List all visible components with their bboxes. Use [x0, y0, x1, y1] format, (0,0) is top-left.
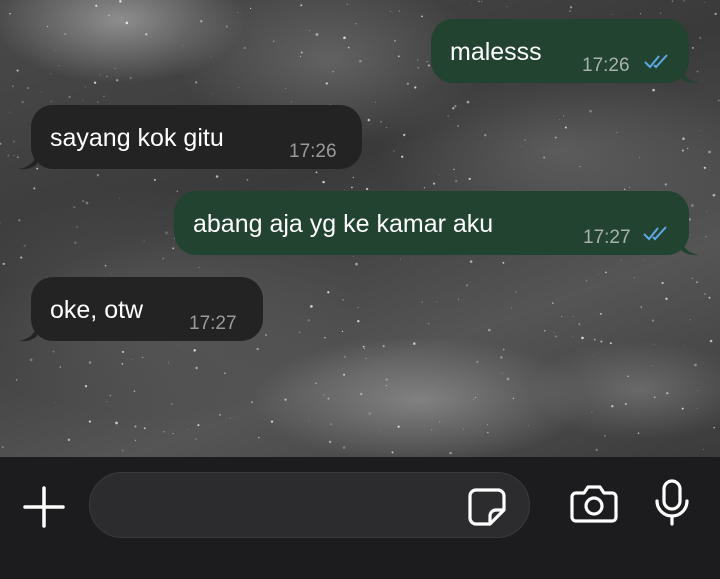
- sticker-icon[interactable]: [466, 486, 508, 528]
- message-bubble-outgoing[interactable]: abang aja yg ke kamar aku 17:27: [174, 191, 689, 255]
- message-text: abang aja yg ke kamar aku: [193, 210, 494, 238]
- double-check-read-icon: [644, 54, 668, 69]
- message-text: malesss: [450, 38, 542, 66]
- plus-icon[interactable]: [22, 485, 66, 529]
- double-check-read-icon: [643, 226, 667, 241]
- message-bubble-incoming[interactable]: sayang kok gitu 17:26: [31, 105, 362, 169]
- message-bubble-incoming[interactable]: oke, otw 17:27: [31, 277, 263, 341]
- message-time: 17:27: [189, 313, 237, 334]
- message-time: 17:26: [582, 55, 630, 76]
- message-text: sayang kok gitu: [50, 124, 224, 152]
- bubble-tail: [681, 238, 699, 256]
- message-input[interactable]: [89, 472, 530, 538]
- bubble-tail: [681, 66, 699, 84]
- microphone-icon[interactable]: [654, 479, 690, 527]
- message-text: oke, otw: [50, 296, 144, 324]
- camera-icon[interactable]: [570, 482, 618, 524]
- message-bubble-outgoing[interactable]: malesss 17:26: [431, 19, 689, 83]
- bubble-tail: [19, 152, 37, 170]
- message-time: 17:27: [583, 227, 631, 248]
- message-time: 17:26: [289, 141, 337, 162]
- bubble-tail: [19, 324, 37, 342]
